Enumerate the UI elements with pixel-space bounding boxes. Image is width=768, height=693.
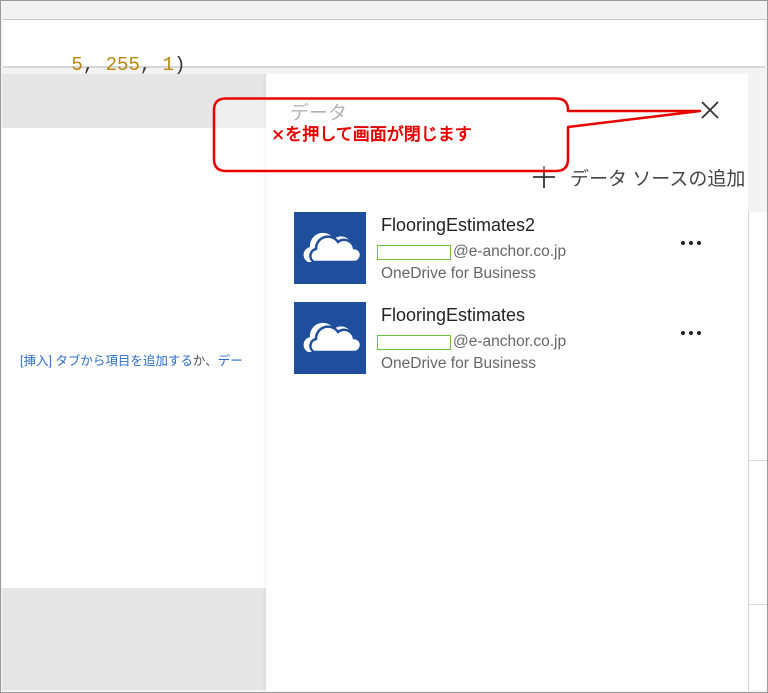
insert-tab-link[interactable]: [挿入] タブから項目を追加する bbox=[20, 354, 193, 368]
onedrive-cloud-icon bbox=[294, 302, 366, 374]
hint-text: か、 bbox=[192, 354, 218, 368]
ellipsis-icon bbox=[681, 331, 685, 335]
formula-token: , bbox=[82, 54, 106, 76]
ellipsis-icon bbox=[697, 331, 701, 335]
ellipsis-icon bbox=[697, 241, 701, 245]
onedrive-cloud-icon bbox=[294, 212, 366, 284]
formula-token: ) bbox=[174, 54, 186, 76]
more-options-button[interactable] bbox=[680, 238, 702, 248]
account-domain: @e-anchor.co.jp bbox=[453, 243, 567, 260]
ellipsis-icon bbox=[689, 241, 693, 245]
formula-token: 255 bbox=[105, 54, 140, 76]
annotation-text: ×を押して画面が閉じます bbox=[271, 125, 472, 145]
account-domain: @e-anchor.co.jp bbox=[453, 333, 567, 350]
more-options-button[interactable] bbox=[680, 328, 702, 338]
divider bbox=[749, 460, 767, 461]
data-source-service: OneDrive for Business bbox=[381, 355, 537, 372]
divider bbox=[749, 604, 767, 605]
formula-token: , bbox=[139, 54, 163, 76]
data-source-item[interactable]: FlooringEstimates2 @e-anchor.co.jp OneDr… bbox=[294, 212, 734, 286]
formula-token: 1 bbox=[162, 54, 175, 76]
data-link[interactable]: デー bbox=[218, 354, 243, 368]
data-source-item[interactable]: FlooringEstimates @e-anchor.co.jp OneDri… bbox=[294, 302, 734, 376]
data-source-name: FlooringEstimates2 bbox=[381, 215, 536, 235]
redacted-username bbox=[377, 244, 451, 260]
ellipsis-icon bbox=[689, 331, 693, 335]
formula-bar[interactable]: 5, 255, 1) bbox=[3, 20, 765, 76]
data-source-service: OneDrive for Business bbox=[381, 265, 537, 282]
ellipsis-icon bbox=[681, 241, 685, 245]
data-source-account: @e-anchor.co.jp bbox=[377, 332, 566, 352]
data-source-account: @e-anchor.co.jp bbox=[377, 242, 566, 262]
properties-pane-edge bbox=[748, 212, 767, 690]
top-toolbar-strip bbox=[3, 1, 767, 20]
canvas-hint: [挿入] タブから項目を追加するか、デー bbox=[20, 350, 266, 369]
formula-token: 5 bbox=[71, 54, 83, 76]
redacted-username bbox=[377, 334, 451, 350]
canvas-footer-area bbox=[2, 588, 266, 690]
data-source-name: FlooringEstimates bbox=[381, 305, 526, 325]
